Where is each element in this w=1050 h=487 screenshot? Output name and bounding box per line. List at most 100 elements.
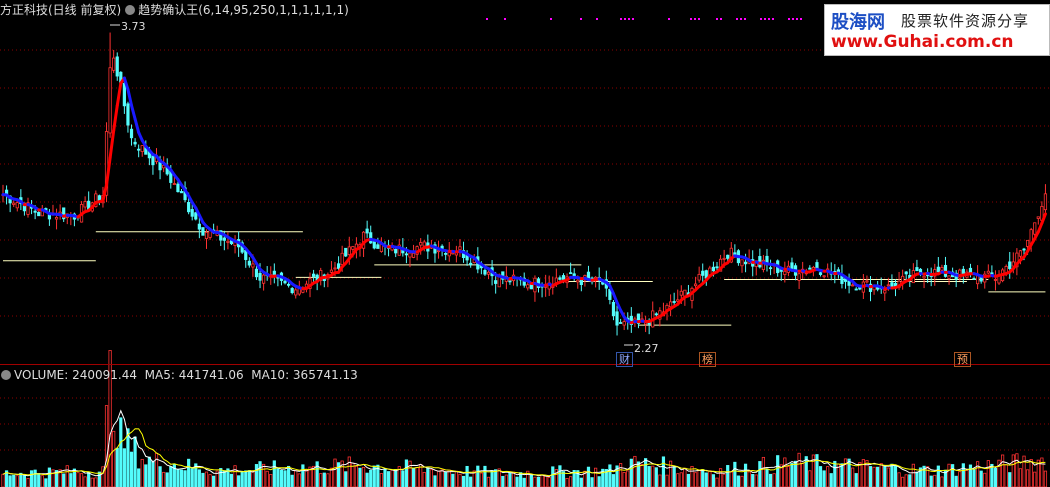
- candle-body: [1018, 250, 1023, 257]
- volume-bar: [672, 466, 676, 487]
- volume-bar: [797, 452, 801, 487]
- volume-bar: [44, 478, 48, 487]
- volume-bar: [965, 470, 969, 487]
- volume-bar: [508, 472, 512, 487]
- volume-bar: [897, 472, 901, 487]
- volume-bar: [179, 469, 184, 487]
- candle-body: [347, 246, 351, 255]
- volume-bar: [608, 464, 612, 487]
- event-tag-forecast[interactable]: 预: [954, 352, 971, 367]
- settings-icon[interactable]: [125, 5, 136, 15]
- volume-bar: [690, 466, 694, 487]
- volume-bar: [90, 477, 94, 487]
- volume-bar: [622, 472, 626, 487]
- volume-bar: [915, 471, 919, 487]
- volume-bar: [415, 466, 419, 487]
- candle-body: [247, 260, 251, 266]
- volume-bar: [858, 462, 862, 487]
- volume-bar: [793, 460, 798, 487]
- volume-bar: [533, 476, 537, 487]
- candle-body: [190, 209, 194, 217]
- candle-body: [422, 241, 426, 247]
- candle-body: [672, 301, 676, 303]
- signal-dot: [596, 18, 598, 20]
- volume-bar: [147, 456, 151, 487]
- volume-bar: [383, 468, 387, 487]
- volume-bar: [486, 476, 491, 487]
- volume-bar: [790, 462, 794, 487]
- volume-bar: [529, 474, 533, 487]
- volume-bar: [758, 461, 762, 487]
- volume-bar: [115, 447, 119, 487]
- volume-bar: [522, 477, 526, 487]
- candle-body: [576, 279, 580, 283]
- volume-bar: [697, 469, 701, 487]
- candle-body: [54, 216, 59, 220]
- volume-bar: [119, 417, 123, 487]
- volume-bar: [851, 467, 855, 487]
- volume-bar: [162, 471, 166, 487]
- volume-bar: [426, 467, 430, 487]
- volume-bar: [726, 465, 730, 487]
- candle-body: [922, 275, 926, 279]
- volume-bar: [879, 463, 883, 487]
- volume-bar: [754, 474, 758, 487]
- volume-bar: [569, 476, 573, 487]
- volume-bar: [137, 468, 141, 487]
- volume-bar: [651, 465, 655, 487]
- ma5-label: MA5: 441741.06: [144, 368, 244, 382]
- candle-body: [344, 247, 348, 257]
- volume-bar: [126, 428, 130, 487]
- volume-bar: [40, 475, 44, 487]
- candle-body: [83, 201, 87, 208]
- volume-bar: [929, 475, 933, 487]
- volume-bar: [244, 470, 248, 487]
- candle-body: [615, 311, 619, 326]
- volume-bar: [422, 471, 426, 487]
- candle-body: [469, 262, 473, 266]
- volume-bar: [961, 463, 965, 487]
- candle-body: [283, 280, 287, 284]
- volume-bar: [840, 463, 844, 487]
- volume-bar: [1029, 459, 1033, 487]
- candle-body: [619, 322, 623, 324]
- event-tag-finance[interactable]: 财: [616, 352, 633, 367]
- volume-bar: [597, 476, 601, 487]
- signal-dot: [668, 18, 670, 20]
- settings-icon[interactable]: [1, 370, 11, 380]
- volume-bar: [183, 470, 187, 487]
- candle-body: [294, 289, 298, 296]
- signal-dot: [764, 18, 766, 20]
- volume-bar: [62, 473, 66, 487]
- volume-bar: [501, 475, 505, 487]
- volume-bar: [465, 465, 469, 487]
- volume-bar: [661, 456, 666, 487]
- volume-bar: [904, 474, 908, 487]
- volume-bar: [1001, 454, 1005, 487]
- volume-bar: [369, 469, 373, 487]
- volume-bar: [1008, 472, 1012, 487]
- volume-bar: [776, 455, 780, 487]
- volume-bar: [451, 473, 455, 487]
- volume-label: VOLUME: 240091.44: [14, 368, 137, 382]
- event-tag-ranking[interactable]: 榜: [699, 352, 716, 367]
- volume-bar: [411, 468, 416, 487]
- volume-bar: [947, 463, 951, 487]
- volume-bar: [536, 476, 541, 487]
- volume-bar: [319, 473, 323, 487]
- candle-body: [137, 148, 141, 151]
- candle-body: [1025, 239, 1030, 247]
- volume-bar: [801, 462, 805, 487]
- signal-dot: [772, 18, 774, 20]
- volume-bar: [169, 466, 173, 487]
- trend-segment: [133, 117, 141, 134]
- volume-bar: [444, 471, 448, 487]
- volume-bar: [272, 460, 276, 487]
- candle-body: [140, 145, 144, 152]
- signal-dot: [792, 18, 794, 20]
- candle-body: [936, 266, 940, 273]
- candle-body: [201, 227, 205, 236]
- volume-bar: [586, 466, 591, 487]
- volume-bar: [847, 458, 851, 487]
- volume-bar: [551, 466, 555, 487]
